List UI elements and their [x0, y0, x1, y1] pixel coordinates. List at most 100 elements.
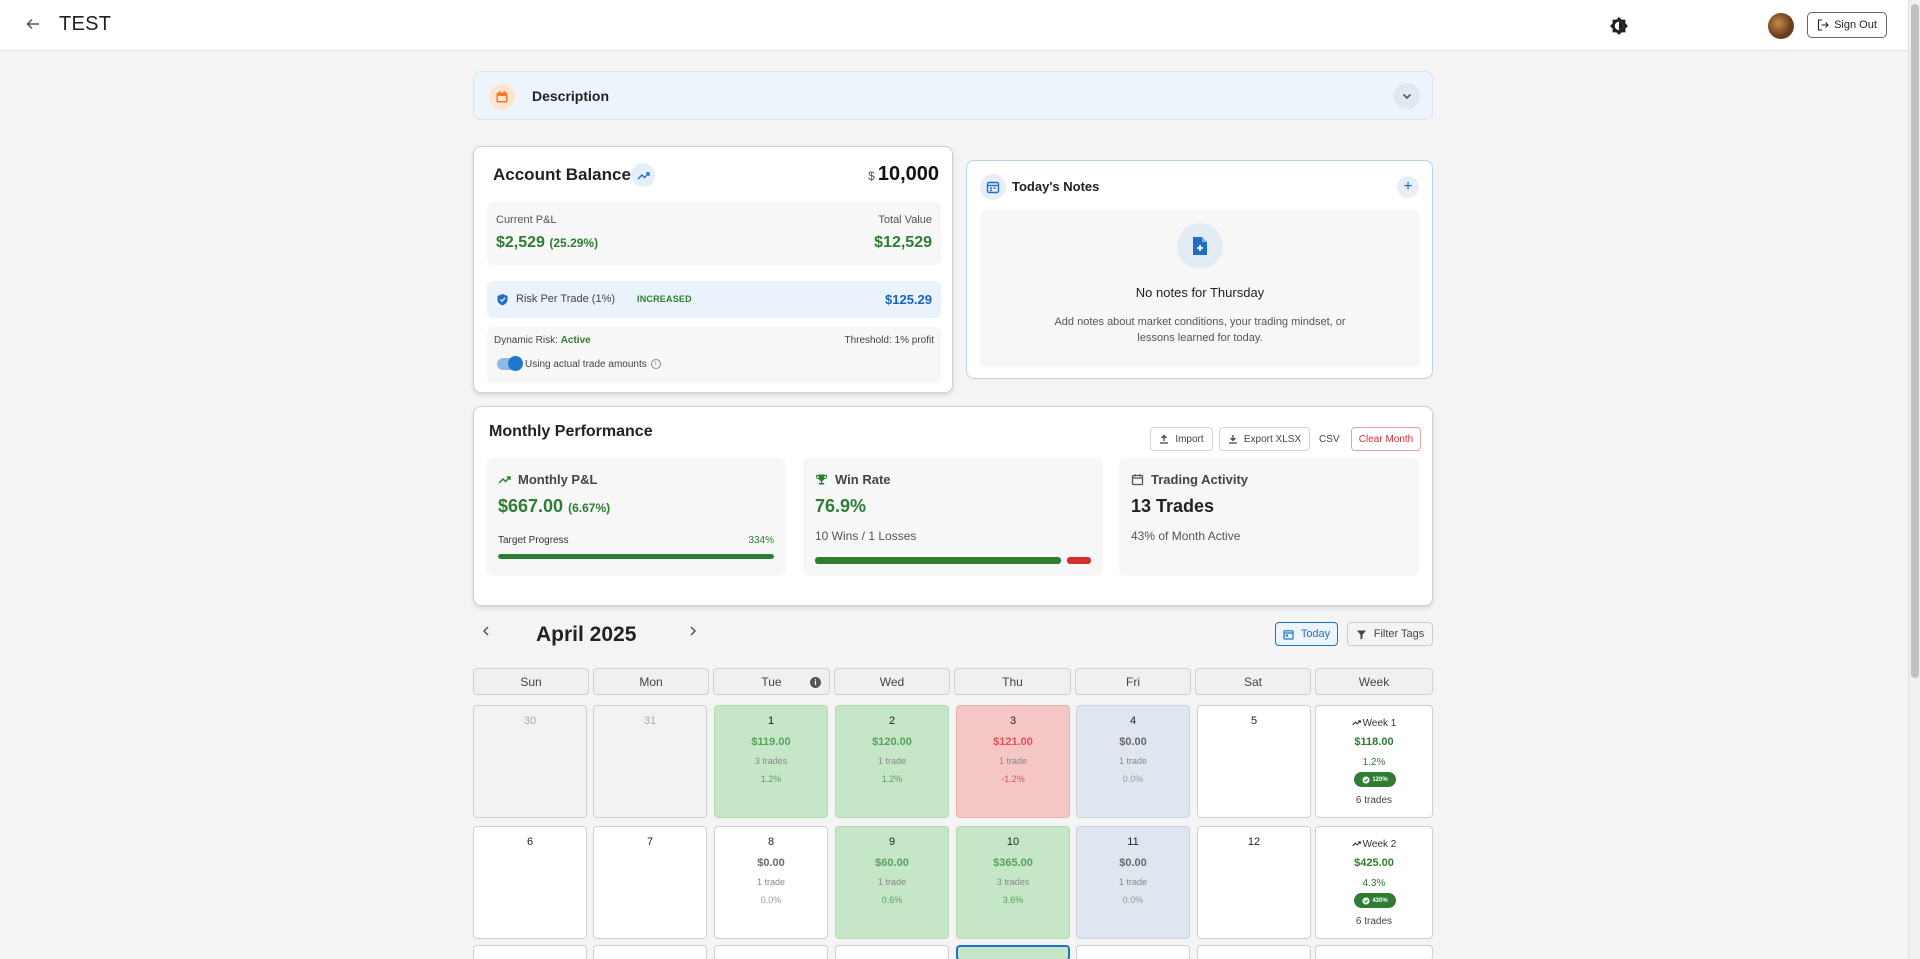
- check-circle-icon: [1362, 897, 1370, 904]
- day-pct: 3.6%: [1002, 895, 1024, 905]
- actual-amounts-toggle[interactable]: [497, 356, 523, 371]
- total-value: $12,529: [874, 234, 932, 251]
- description-panel[interactable]: Description: [473, 71, 1433, 120]
- current-pnl-amount: $2,529: [496, 234, 545, 251]
- monthly-pnl-pct: (6.67%): [568, 501, 611, 515]
- export-xlsx-button[interactable]: Export XLSX: [1219, 427, 1310, 451]
- trading-activity-label: Trading Activity: [1151, 472, 1249, 487]
- day-number: 11: [1127, 836, 1139, 848]
- calendar-icon: [1131, 474, 1144, 486]
- week-pnl: $118.00: [1354, 736, 1394, 748]
- day-number: 10: [1006, 836, 1020, 848]
- day-pct: 0.0%: [760, 895, 782, 905]
- calendar-day[interactable]: [1076, 945, 1190, 959]
- week-badge-text: 430%: [1372, 897, 1388, 904]
- day-header-week: Week: [1315, 668, 1433, 695]
- calendar-day[interactable]: 9 $60.00 1 trade 0.6%: [835, 826, 949, 939]
- previous-month-button[interactable]: [480, 624, 492, 642]
- day-pct: 1.2%: [760, 774, 782, 784]
- day-pnl: $120.00: [872, 736, 912, 748]
- calendar-day[interactable]: 7: [593, 826, 707, 939]
- total-value-label: Total Value: [878, 214, 932, 226]
- trading-activity-header: Trading Activity: [1131, 472, 1248, 487]
- avatar[interactable]: [1768, 13, 1794, 39]
- calendar-day[interactable]: 5: [1197, 705, 1311, 818]
- trending-up-icon: [1351, 841, 1361, 847]
- trending-up-icon[interactable]: [631, 163, 655, 187]
- calendar-month-title: April 2025: [536, 623, 637, 646]
- week-badge-text: 120%: [1372, 776, 1388, 783]
- wins-segment: [815, 557, 1061, 564]
- clear-month-button[interactable]: Clear Month: [1351, 427, 1421, 451]
- description-title: Description: [532, 88, 610, 104]
- calendar-day[interactable]: [1197, 945, 1311, 959]
- calendar-day[interactable]: 3 $121.00 1 trade -1.2%: [956, 705, 1070, 818]
- week-summary[interactable]: Week 1 $118.00 1.2% 120% 6 trades: [1315, 705, 1433, 818]
- top-bar: TEST Sign Out: [0, 0, 1908, 51]
- csv-button[interactable]: CSV: [1319, 434, 1340, 445]
- calendar-day[interactable]: 11 $0.00 1 trade 0.0%: [1076, 826, 1190, 939]
- import-button[interactable]: Import: [1150, 427, 1213, 451]
- toggle-text: Using actual trade amounts: [525, 359, 647, 370]
- currency-symbol: $: [868, 169, 875, 183]
- day-number: 9: [888, 836, 896, 848]
- day-trades: 3 trades: [754, 756, 788, 766]
- page-title: TEST: [59, 13, 112, 35]
- contrast-icon: [1610, 17, 1628, 35]
- calendar-day[interactable]: [593, 945, 707, 959]
- day-pnl: $365.00: [993, 857, 1033, 869]
- calendar-day[interactable]: 12: [1197, 826, 1311, 939]
- sign-out-button[interactable]: Sign Out: [1807, 12, 1887, 38]
- calendar-day-today[interactable]: [956, 945, 1070, 959]
- monthly-pnl-header: Monthly P&L: [498, 472, 597, 487]
- week-pnl: $425.00: [1354, 857, 1394, 869]
- risk-value: $125.29: [885, 292, 932, 307]
- info-icon[interactable]: i: [810, 677, 821, 688]
- day-trades: 1 trade: [877, 756, 907, 766]
- expand-button[interactable]: [1394, 83, 1420, 109]
- chevron-right-icon: [690, 626, 697, 636]
- calendar-day[interactable]: 10 $365.00 3 trades 3.6%: [956, 826, 1070, 939]
- win-rate-label: Win Rate: [835, 472, 891, 487]
- info-icon[interactable]: i: [650, 359, 661, 370]
- calendar-day[interactable]: 1 $119.00 3 trades 1.2%: [714, 705, 828, 818]
- risk-label: Risk Per Trade (1%): [516, 293, 616, 305]
- losses-segment: [1067, 557, 1091, 564]
- day-header-sat: Sat: [1195, 668, 1311, 695]
- day-header-tue-label: Tue: [761, 675, 782, 689]
- dynamic-risk-text: Dynamic Risk:: [494, 335, 558, 346]
- calendar-day[interactable]: 30: [473, 705, 587, 818]
- day-pnl: $0.00: [1119, 857, 1147, 869]
- monthly-performance-card: Monthly Performance Import Export XLSX C…: [473, 406, 1433, 606]
- week-label-text: Week 2: [1362, 839, 1397, 850]
- calendar-day[interactable]: [714, 945, 828, 959]
- filter-tags-button[interactable]: Filter Tags: [1347, 622, 1433, 646]
- day-trades: 1 trade: [998, 756, 1028, 766]
- calendar-day[interactable]: 2 $120.00 1 trade 1.2%: [835, 705, 949, 818]
- day-pnl: $119.00: [751, 736, 791, 748]
- day-pnl: $0.00: [1119, 736, 1147, 748]
- calendar-day[interactable]: [835, 945, 949, 959]
- week-pct: 1.2%: [1362, 757, 1386, 768]
- scrollbar[interactable]: [1908, 0, 1920, 959]
- status-badge: INCREASED: [637, 294, 692, 304]
- week-summary[interactable]: [1315, 945, 1433, 959]
- monthly-pnl-amount: $667.00: [498, 496, 564, 516]
- back-button[interactable]: [22, 15, 44, 37]
- theme-toggle-button[interactable]: [1608, 15, 1630, 37]
- calendar-today-icon: [1283, 629, 1294, 640]
- win-rate-value: 76.9%: [815, 496, 867, 516]
- next-month-button[interactable]: [687, 624, 699, 642]
- win-rate-header: Win Rate: [815, 472, 891, 487]
- day-number: 1: [767, 715, 775, 727]
- calendar-day[interactable]: 31: [593, 705, 707, 818]
- calendar-day[interactable]: 4 $0.00 1 trade 0.0%: [1076, 705, 1190, 818]
- today-button[interactable]: Today: [1275, 622, 1338, 646]
- calendar-day[interactable]: 8 $0.00 1 trade 0.0%: [714, 826, 828, 939]
- week-summary[interactable]: Week 2 $425.00 4.3% 430% 6 trades: [1315, 826, 1433, 939]
- scrollbar-thumb[interactable]: [1911, 4, 1919, 678]
- calendar-day[interactable]: 6: [473, 826, 587, 939]
- day-header-mon: Mon: [593, 668, 709, 695]
- calendar-day[interactable]: [473, 945, 587, 959]
- add-note-button[interactable]: +: [1397, 176, 1419, 198]
